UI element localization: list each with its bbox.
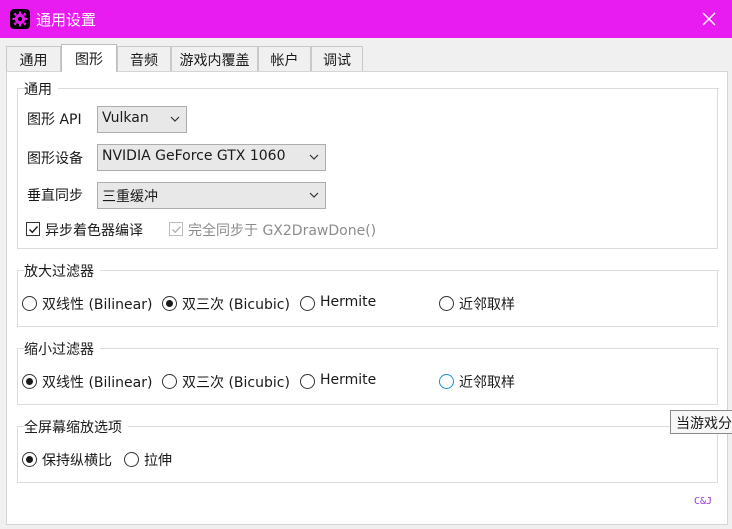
checkbox-box	[26, 222, 40, 236]
chevron-down-icon	[309, 192, 319, 198]
radio-indicator	[124, 452, 139, 467]
tab-graphics[interactable]: 图形	[61, 44, 117, 72]
radio-label: 保持纵横比	[42, 453, 112, 469]
radio-label: 双线性 (Bilinear)	[42, 375, 153, 391]
keep-aspect-radio[interactable]: 保持纵横比	[22, 450, 122, 470]
radio-label: Hermite	[320, 372, 377, 388]
downscale-hermite-radio[interactable]: Hermite	[300, 372, 395, 392]
close-icon	[702, 12, 716, 26]
device-label: 图形设备	[27, 151, 83, 167]
upscale-bicubic-radio[interactable]: 双三次 (Bicubic)	[162, 294, 297, 314]
radio-indicator	[22, 452, 37, 467]
downscale-bilinear-radio[interactable]: 双线性 (Bilinear)	[22, 372, 157, 392]
radio-label: 双三次 (Bicubic)	[182, 375, 290, 391]
upscale-nearest-radio[interactable]: 近邻取样	[439, 294, 529, 314]
tab-debug[interactable]: 调试	[311, 46, 363, 71]
downscale-bicubic-radio[interactable]: 双三次 (Bicubic)	[162, 372, 297, 392]
api-dropdown[interactable]: Vulkan	[97, 106, 187, 133]
vsync-label: 垂直同步	[27, 188, 83, 204]
checkbox-box	[169, 222, 183, 236]
fullscreen-group-title: 全屏幕缩放选项	[24, 417, 128, 437]
tab-account[interactable]: 帐户	[258, 46, 311, 71]
upscale-group-title: 放大过滤器	[24, 261, 100, 281]
full-sync-label: 完全同步于 GX2DrawDone()	[188, 223, 377, 239]
vsync-dropdown[interactable]: 三重缓冲	[97, 182, 326, 209]
stretch-radio[interactable]: 拉伸	[124, 450, 184, 470]
async-shader-checkbox[interactable]: 异步着色器编译	[26, 220, 166, 240]
radio-label: 近邻取样	[459, 297, 515, 313]
radio-indicator	[439, 374, 454, 389]
check-icon	[172, 226, 182, 234]
chevron-down-icon	[309, 154, 319, 160]
chevron-down-icon	[170, 116, 180, 122]
radio-indicator	[22, 296, 37, 311]
radio-label: Hermite	[320, 294, 377, 310]
upscale-bilinear-radio[interactable]: 双线性 (Bilinear)	[22, 294, 157, 314]
radio-indicator	[300, 374, 315, 389]
radio-label: 双线性 (Bilinear)	[42, 297, 153, 313]
title-bar: 通用设置	[0, 0, 732, 38]
radio-indicator	[162, 374, 177, 389]
radio-label: 拉伸	[144, 453, 172, 469]
downscale-group-title: 缩小过滤器	[24, 339, 100, 359]
radio-indicator	[22, 374, 37, 389]
downscale-nearest-radio[interactable]: 近邻取样	[439, 372, 529, 392]
upscale-hermite-radio[interactable]: Hermite	[300, 294, 395, 314]
graphics-panel: 通用 图形 API Vulkan 图形设备 NVIDIA GeForce GTX…	[6, 71, 728, 525]
tab-audio[interactable]: 音频	[117, 46, 171, 71]
full-sync-checkbox[interactable]: 完全同步于 GX2DrawDone()	[169, 220, 389, 240]
radio-label: 双三次 (Bicubic)	[182, 297, 290, 313]
gear-icon	[10, 9, 30, 29]
tooltip: 当游戏分	[670, 410, 732, 434]
device-value: NVIDIA GeForce GTX 1060	[102, 148, 286, 164]
general-group-title: 通用	[24, 79, 58, 99]
check-icon	[29, 226, 39, 234]
api-value: Vulkan	[102, 110, 149, 126]
close-button[interactable]	[686, 0, 732, 38]
device-dropdown[interactable]: NVIDIA GeForce GTX 1060	[97, 144, 326, 171]
radio-indicator	[162, 296, 177, 311]
radio-indicator	[439, 296, 454, 311]
tab-general[interactable]: 通用	[6, 46, 61, 71]
async-shader-label: 异步着色器编译	[45, 223, 143, 239]
radio-indicator	[300, 296, 315, 311]
vsync-value: 三重缓冲	[102, 189, 158, 205]
watermark-logo: C&J	[694, 496, 713, 507]
api-label: 图形 API	[27, 112, 82, 128]
window-title: 通用设置	[36, 11, 97, 29]
radio-label: 近邻取样	[459, 375, 515, 391]
tab-overlay[interactable]: 游戏内覆盖	[171, 46, 258, 71]
